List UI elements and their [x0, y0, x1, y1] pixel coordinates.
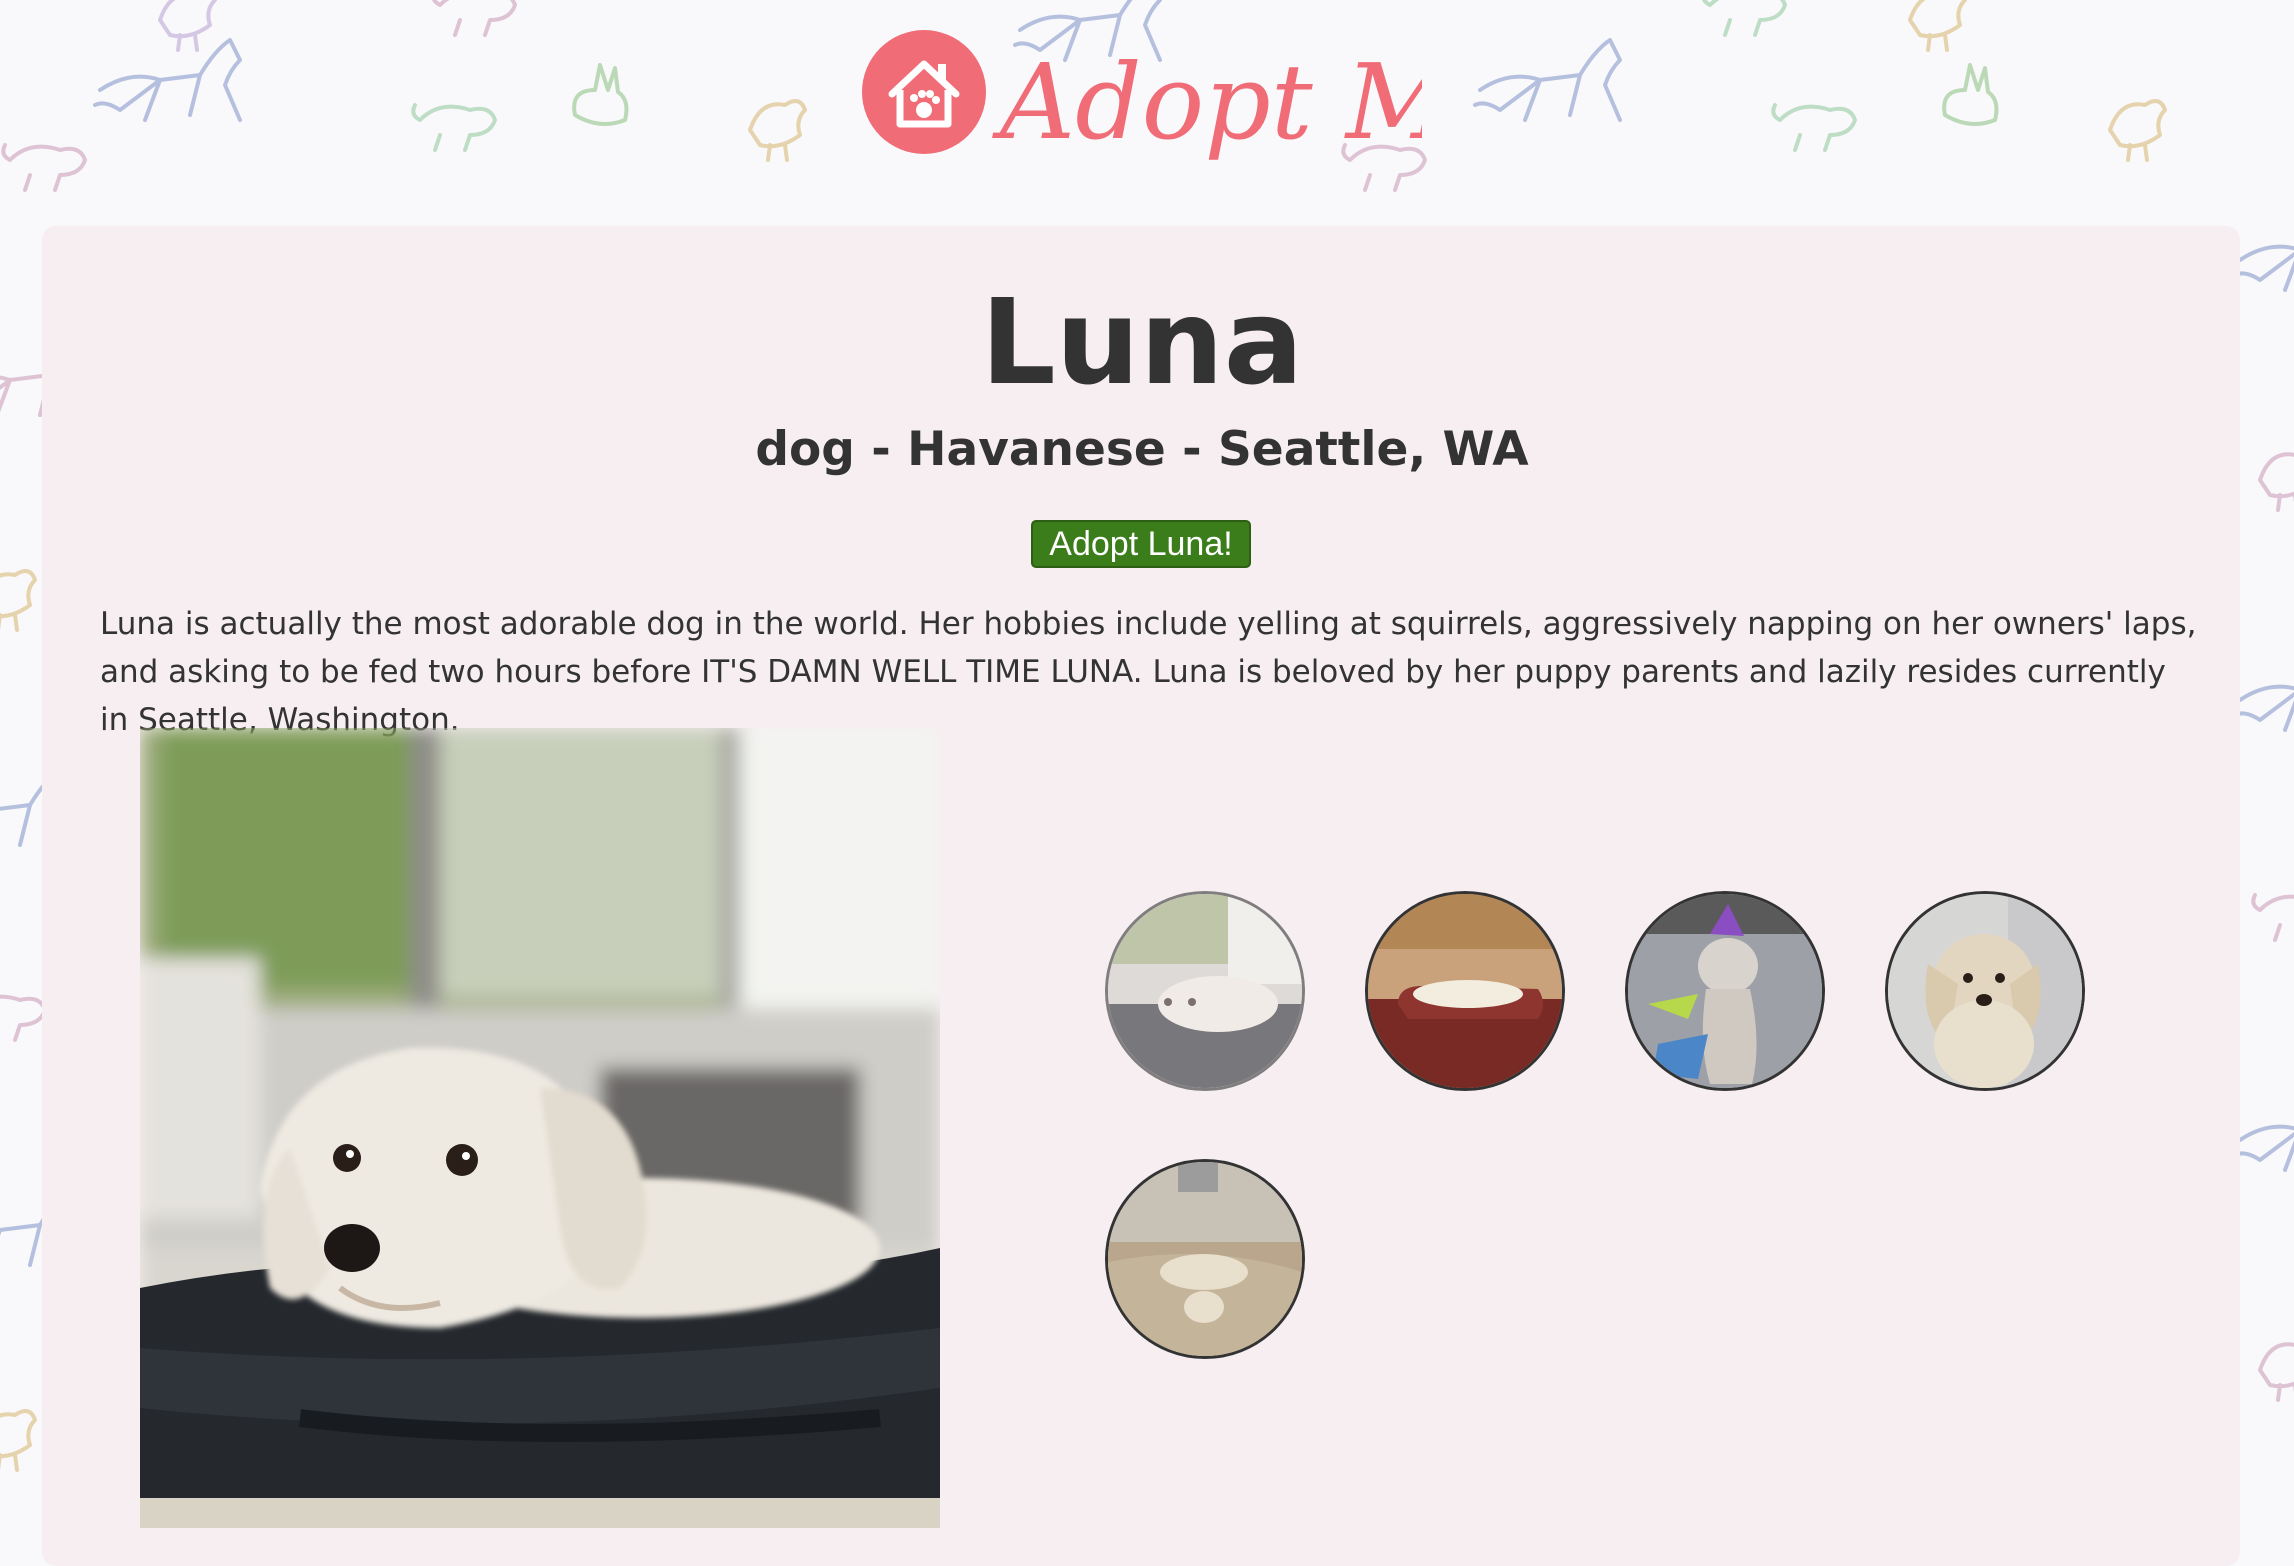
dog-in-suitcase-photo-icon [1108, 894, 1302, 1088]
dog-portrait-photo-icon [1888, 894, 2082, 1088]
pet-description: Luna is actually the most adorable dog i… [100, 606, 2197, 738]
adopt-button[interactable]: Adopt Luna! [1031, 520, 1251, 568]
dog-on-couch-photo-icon [1368, 894, 1562, 1088]
house-paw-icon [862, 30, 986, 154]
carousel-thumbnail-5[interactable] [1105, 1159, 1305, 1359]
carousel-thumbnail-1[interactable] [1105, 891, 1305, 1091]
pet-name-heading: Luna [980, 273, 1304, 411]
site-header: Adopt Me! [0, 0, 2294, 222]
dog-party-hat-photo-icon [1628, 894, 1822, 1088]
carousel-thumbnail-4[interactable] [1885, 891, 2085, 1091]
dog-on-rug-photo-icon [1108, 1162, 1302, 1356]
adopt-me-logo-link[interactable]: Adopt Me! [862, 28, 1422, 188]
main-pet-photo [140, 728, 940, 1528]
logo-text: Adopt Me! [992, 41, 1422, 163]
carousel-thumbnail-2[interactable] [1365, 891, 1565, 1091]
carousel-thumbnail-3[interactable] [1625, 891, 1825, 1091]
pet-subtitle: dog - Havanese - Seattle, WA [755, 422, 1529, 477]
